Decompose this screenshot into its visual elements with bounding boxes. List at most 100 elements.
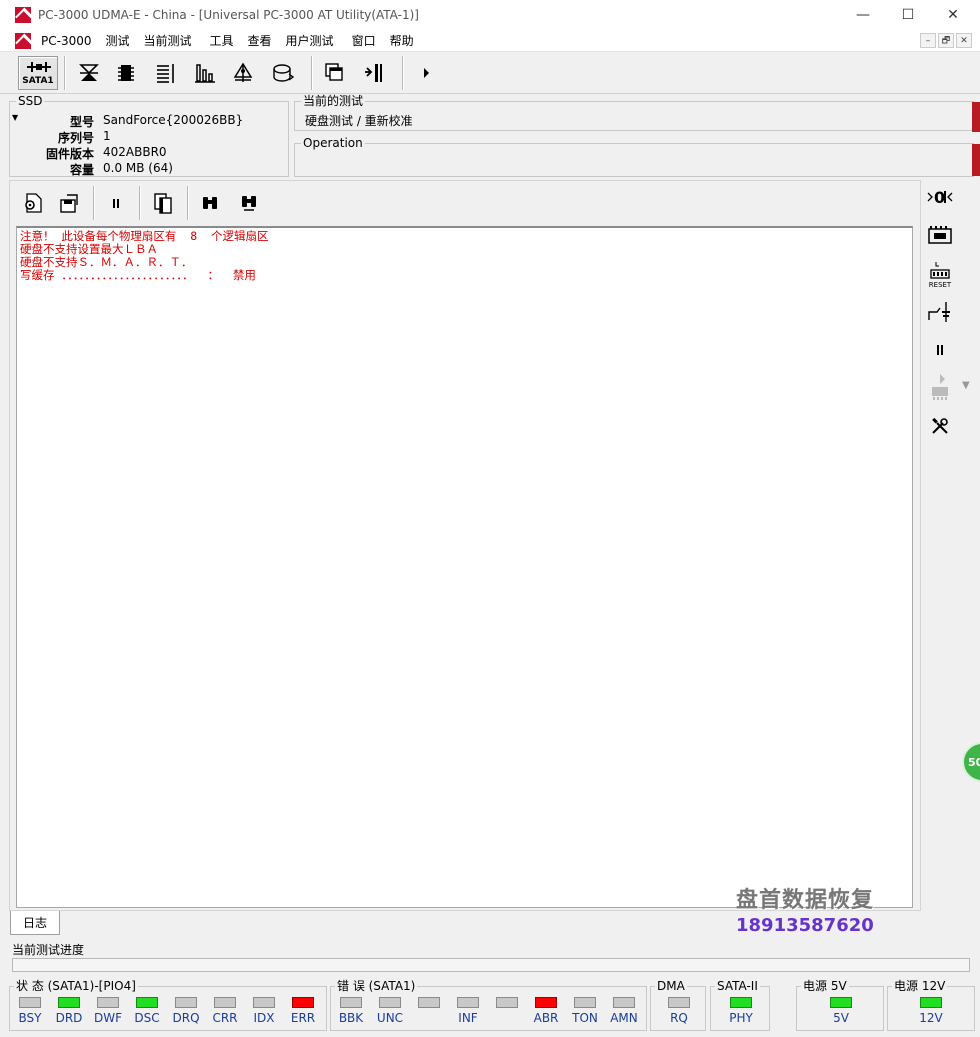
run-button[interactable] (411, 57, 441, 89)
port-icon (27, 62, 51, 72)
led-label: CRR (212, 1011, 238, 1025)
play-icon (424, 68, 429, 78)
list-icon (157, 64, 174, 83)
menu-current-test[interactable]: 当前测试 (137, 32, 199, 49)
windows-button[interactable] (320, 57, 350, 89)
menu-help[interactable]: 帮助 (383, 32, 421, 49)
status-led (136, 997, 158, 1008)
led-label: 5V (833, 1011, 849, 1025)
ssd-value: 402ABBR0 (103, 145, 167, 159)
power-toggle-button[interactable]: 0 (925, 183, 955, 211)
board-button[interactable] (925, 222, 955, 250)
mdi-controls: – 🗗 ✕ (920, 33, 972, 48)
led-label: PHY (729, 1011, 753, 1025)
mdi-close-button[interactable]: ✕ (956, 33, 972, 48)
sector-list-button[interactable] (151, 57, 181, 89)
operation-title: Operation (301, 136, 365, 150)
led-label: DSC (134, 1011, 160, 1025)
badge-text: 50 (968, 755, 980, 769)
floating-badge[interactable]: 50 (962, 742, 980, 782)
chart-button[interactable] (190, 57, 220, 89)
status-led (613, 997, 635, 1008)
led-label: INF (458, 1011, 478, 1025)
led-label: DRD (55, 1011, 83, 1025)
chip-button[interactable] (111, 57, 141, 89)
pause-icon (113, 199, 119, 208)
board-icon (928, 226, 952, 244)
ssd-key: 序列号 (57, 131, 94, 145)
app-logo-icon[interactable] (15, 32, 31, 49)
reset-button[interactable]: RESET (925, 258, 955, 290)
chip-play-button[interactable] (925, 372, 955, 402)
menu-user-test[interactable]: 用户测试 (279, 32, 341, 49)
window-title: PC-3000 UDMA-E - China - [Universal PC-3… (38, 8, 419, 22)
close-button[interactable]: ✕ (930, 0, 976, 30)
current-test-value: 硬盘测试 / 重新校准 (305, 114, 413, 128)
led-label: IDX (253, 1011, 275, 1025)
dma-group-title: DMA (655, 979, 687, 993)
menu-window[interactable]: 窗口 (345, 32, 383, 49)
status-led (535, 997, 557, 1008)
title-bar: PC-3000 UDMA-E - China - [Universal PC-3… (0, 0, 980, 30)
status-led (574, 997, 596, 1008)
ssd-row-serial: 序列号 1 (10, 129, 288, 145)
binoculars-icon (203, 197, 217, 209)
mdi-minimize-button[interactable]: – (920, 33, 936, 48)
sata1-label: SATA1 (22, 76, 54, 86)
watermark-name: 盘首数据恢复 (736, 888, 875, 913)
minimize-button[interactable]: — (840, 0, 886, 30)
chip-icon (118, 65, 134, 81)
probe-button[interactable] (925, 298, 955, 326)
head-map-button[interactable] (228, 57, 258, 89)
pause-icon (937, 345, 943, 355)
led-label: TON (572, 1011, 598, 1025)
status-led (214, 997, 236, 1008)
pause-log-button[interactable] (102, 190, 130, 216)
scroll-down-arrow-icon[interactable]: ▼ (962, 380, 970, 391)
tools-icon (932, 417, 948, 434)
led-label: BSY (18, 1011, 42, 1025)
state-group: 状 态 (SATA1)-[PIO4] BSY DRD DWF DSC DRQ CRR IDX… (9, 979, 327, 1031)
status-led (253, 997, 275, 1008)
drive-id-button[interactable] (74, 57, 104, 89)
led-rq (668, 997, 690, 1008)
copy-log-button[interactable] (149, 190, 177, 216)
toolbar-separator (64, 56, 66, 90)
exit-button[interactable] (358, 57, 388, 89)
pause-button[interactable] (925, 336, 955, 364)
exit-icon (365, 64, 382, 82)
dma-group: DMA RQ (650, 979, 706, 1031)
watermark: 盘首数据恢复 18913587620 (736, 882, 874, 936)
app-logo-icon (15, 7, 31, 23)
disk-drive-icon (273, 64, 295, 82)
watermark-phone: 18913587620 (736, 915, 874, 936)
menu-tools[interactable]: 工具 (203, 32, 241, 49)
probe-icon (928, 302, 950, 322)
status-led (58, 997, 80, 1008)
error-group-title: 错 误 (SATA1) (335, 979, 418, 993)
ssd-value: 1 (103, 129, 111, 143)
panel-separator (187, 186, 189, 220)
tools-button[interactable] (925, 412, 955, 440)
status-led (457, 997, 479, 1008)
sata1-port-button[interactable]: SATA1 (18, 56, 58, 90)
find-next-button[interactable] (235, 190, 263, 216)
ssd-row-capacity: 容量 0.0 MB (64) (10, 161, 288, 177)
save-log-button[interactable] (56, 190, 84, 216)
maximize-button[interactable]: ☐ (885, 0, 931, 30)
ssd-value: 0.0 MB (64) (103, 161, 173, 175)
menu-test[interactable]: 测试 (98, 32, 136, 49)
find-button[interactable] (196, 190, 224, 216)
settings-load-button[interactable] (19, 190, 47, 216)
ssd-info-group: SSD ▼ 型号 SandForce{200026BB} 序列号 1 固件版本 … (9, 94, 289, 177)
menu-view[interactable]: 查看 (241, 32, 279, 49)
operation-group: Operation (294, 136, 974, 177)
mdi-restore-button[interactable]: 🗗 (938, 33, 954, 48)
tab-log[interactable]: 日志 (10, 911, 60, 935)
disk-button[interactable] (268, 57, 298, 89)
panel-separator (93, 186, 95, 220)
log-output[interactable]: 注意！ 此设备每个物理扇区有 8 个逻辑扇区 硬盘不支持设置最大ＬＢＡ 硬盘不支… (16, 226, 913, 908)
menu-pc3000[interactable]: PC-3000 (34, 34, 98, 48)
toolbar-separator (311, 56, 313, 90)
ssd-key: 型号 (69, 115, 94, 129)
